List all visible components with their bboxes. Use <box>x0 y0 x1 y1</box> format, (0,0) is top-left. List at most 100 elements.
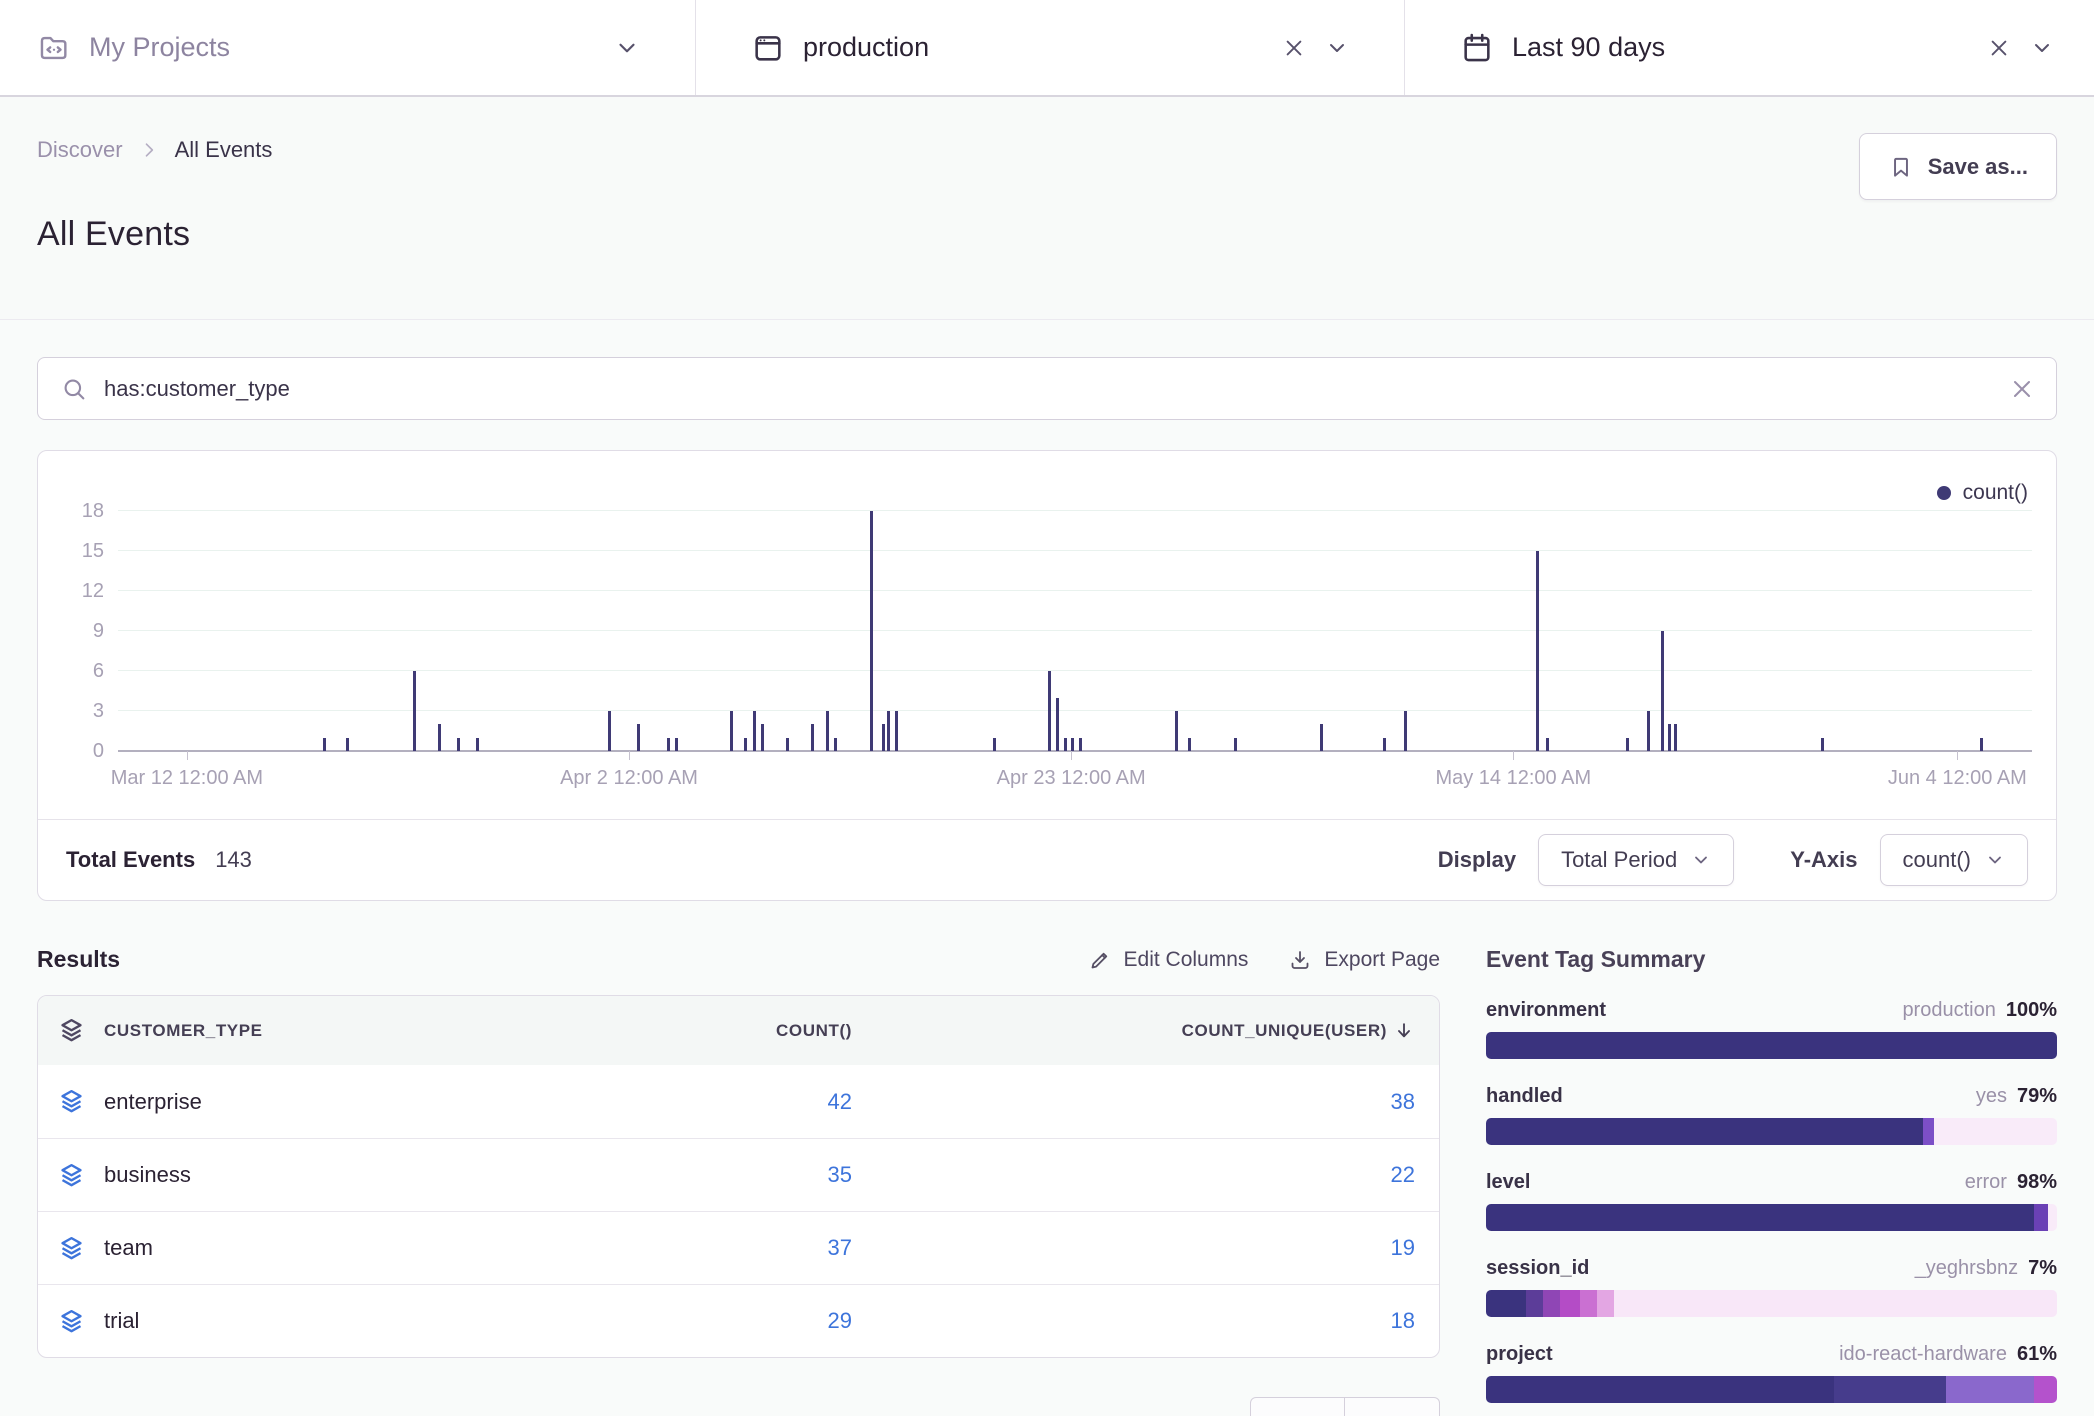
tag-bar-segment[interactable] <box>2034 1376 2057 1403</box>
project-selector[interactable]: My Projects <box>0 0 695 95</box>
chart-bar[interactable] <box>413 671 416 751</box>
tag-bar-segment[interactable] <box>1614 1290 2057 1317</box>
tag-bar-segment[interactable] <box>1597 1290 1614 1317</box>
chart-bar[interactable] <box>476 738 479 751</box>
cell-count-unique-user-link[interactable]: 18 <box>882 1308 1439 1334</box>
chart-bar[interactable] <box>786 738 789 751</box>
tag-bar-segment[interactable] <box>1486 1204 2034 1231</box>
tag-bar-segment[interactable] <box>1834 1376 1945 1403</box>
date-range-selector[interactable]: Last 90 days <box>1404 0 2094 95</box>
chevron-down-icon[interactable] <box>614 35 640 61</box>
column-header-customer-type[interactable]: CUSTOMER_TYPE <box>104 1021 552 1041</box>
chart-bar[interactable] <box>870 511 873 751</box>
cell-count-unique-user-link[interactable]: 38 <box>882 1089 1439 1115</box>
chart-bar[interactable] <box>1536 551 1539 751</box>
chart-bar[interactable] <box>323 738 326 751</box>
tag-bar-segment[interactable] <box>1486 1290 1526 1317</box>
chart-bar[interactable] <box>730 711 733 751</box>
tag-bar-segment[interactable] <box>1486 1376 1834 1403</box>
table-row[interactable]: team3719 <box>38 1211 1439 1284</box>
display-dropdown[interactable]: Total Period <box>1538 834 1734 886</box>
chart-bar[interactable] <box>1647 711 1650 751</box>
events-chart[interactable]: count() 0369121518Mar 12 12:00 AMApr 2 1… <box>38 451 2056 819</box>
tag-distribution-bar[interactable] <box>1486 1376 2057 1403</box>
cell-count-link[interactable]: 37 <box>552 1235 882 1261</box>
chart-bar[interactable] <box>1383 738 1386 751</box>
tag-distribution-bar[interactable] <box>1486 1204 2057 1231</box>
tag-distribution-bar[interactable] <box>1486 1118 2057 1145</box>
pagination-previous-button[interactable] <box>1250 1397 1345 1416</box>
cell-count-link[interactable]: 35 <box>552 1162 882 1188</box>
tag-bar-segment[interactable] <box>1560 1290 1580 1317</box>
table-row[interactable]: trial2918 <box>38 1284 1439 1357</box>
chart-bar[interactable] <box>1821 738 1824 751</box>
chart-bar[interactable] <box>608 711 611 751</box>
chart-bar[interactable] <box>1980 738 1983 751</box>
chart-bar[interactable] <box>1175 711 1178 751</box>
chart-bar[interactable] <box>346 738 349 751</box>
chart-bar[interactable] <box>1064 738 1067 751</box>
cell-count-unique-user-link[interactable]: 19 <box>882 1235 1439 1261</box>
tag-bar-segment[interactable] <box>2048 1204 2057 1231</box>
export-page-button[interactable]: Export Page <box>1288 948 1440 972</box>
tag-distribution-bar[interactable] <box>1486 1290 2057 1317</box>
tag-bar-segment[interactable] <box>1486 1032 2057 1059</box>
chart-bar[interactable] <box>1661 631 1664 751</box>
tag-bar-segment[interactable] <box>1580 1290 1597 1317</box>
chart-bar[interactable] <box>826 711 829 751</box>
clear-search-icon[interactable] <box>2010 377 2034 401</box>
chart-bar[interactable] <box>993 738 996 751</box>
table-row[interactable]: enterprise4238 <box>38 1065 1439 1138</box>
tag-bar-segment[interactable] <box>1923 1118 1934 1145</box>
search-bar[interactable]: has:customer_type <box>37 357 2057 420</box>
tag-bar-segment[interactable] <box>1543 1290 1560 1317</box>
cell-count-unique-user-link[interactable]: 22 <box>882 1162 1439 1188</box>
chart-bar[interactable] <box>1056 698 1059 751</box>
tag-distribution-bar[interactable] <box>1486 1032 2057 1059</box>
column-header-count[interactable]: COUNT() <box>552 1021 882 1041</box>
search-input[interactable]: has:customer_type <box>104 376 1994 402</box>
pagination-next-button[interactable] <box>1345 1397 1440 1416</box>
edit-columns-button[interactable]: Edit Columns <box>1088 948 1249 972</box>
chart-bar[interactable] <box>1668 724 1671 751</box>
chart-bar[interactable] <box>1546 738 1549 751</box>
chart-bar[interactable] <box>1071 738 1074 751</box>
chart-bar[interactable] <box>457 738 460 751</box>
cell-count-link[interactable]: 42 <box>552 1089 882 1115</box>
cell-count-link[interactable]: 29 <box>552 1308 882 1334</box>
chart-bar[interactable] <box>1048 671 1051 751</box>
chart-bar[interactable] <box>895 711 898 751</box>
chart-bar[interactable] <box>438 724 441 751</box>
save-as-button[interactable]: Save as... <box>1859 133 2057 200</box>
chart-bar[interactable] <box>1404 711 1407 751</box>
column-header-count-unique-user[interactable]: COUNT_UNIQUE(USER) <box>882 1020 1439 1042</box>
chart-bar[interactable] <box>882 724 885 751</box>
breadcrumb-discover-link[interactable]: Discover <box>37 137 123 163</box>
chart-bar[interactable] <box>667 738 670 751</box>
chart-bar[interactable] <box>1188 738 1191 751</box>
chart-bar[interactable] <box>637 724 640 751</box>
clear-date-range-icon[interactable] <box>1988 37 2010 59</box>
table-row[interactable]: business3522 <box>38 1138 1439 1211</box>
chart-bar[interactable] <box>1079 738 1082 751</box>
chart-bar[interactable] <box>1320 724 1323 751</box>
chart-bar[interactable] <box>834 738 837 751</box>
chart-bar[interactable] <box>1674 724 1677 751</box>
chevron-down-icon[interactable] <box>1325 36 1349 60</box>
chart-bar[interactable] <box>753 711 756 751</box>
y-axis-dropdown[interactable]: count() <box>1880 834 2028 886</box>
environment-selector[interactable]: production <box>695 0 1404 95</box>
chart-bar[interactable] <box>1626 738 1629 751</box>
chart-bar[interactable] <box>744 738 747 751</box>
chart-bar[interactable] <box>1234 738 1237 751</box>
chart-bar[interactable] <box>761 724 764 751</box>
clear-environment-icon[interactable] <box>1283 37 1305 59</box>
tag-bar-segment[interactable] <box>1526 1290 1543 1317</box>
tag-bar-segment[interactable] <box>1486 1118 1923 1145</box>
tag-bar-segment[interactable] <box>2034 1204 2048 1231</box>
tag-bar-segment[interactable] <box>1946 1376 2035 1403</box>
chart-bar[interactable] <box>675 738 678 751</box>
chart-bar[interactable] <box>811 724 814 751</box>
chevron-down-icon[interactable] <box>2030 36 2054 60</box>
tag-bar-segment[interactable] <box>1934 1118 2057 1145</box>
